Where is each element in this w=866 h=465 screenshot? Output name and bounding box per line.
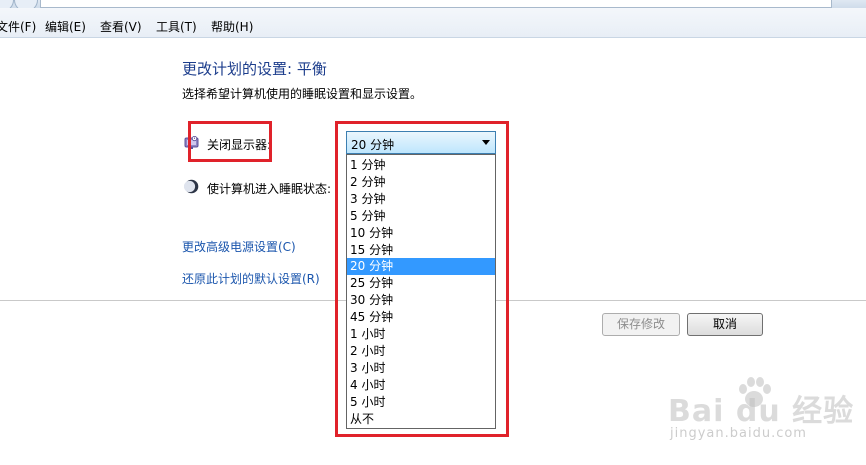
save-button[interactable]: 保存修改 xyxy=(602,313,680,336)
baidu-watermark: Bai du 经验 jingyan.baidu.com xyxy=(668,372,858,450)
menu-file[interactable]: 文件(F) xyxy=(0,18,36,35)
menu-help[interactable]: 帮助(H) xyxy=(211,18,253,35)
page-title: 更改计划的设置: 平衡 xyxy=(182,60,327,78)
menu-tools[interactable]: 工具(T) xyxy=(156,18,197,35)
cancel-button[interactable]: 取消 xyxy=(687,313,763,336)
highlight-box-label xyxy=(188,121,272,162)
page-subtitle: 选择希望计算机使用的睡眠设置和显示设置。 xyxy=(182,87,423,101)
menu-bar: 文件(F) 编辑(E) 查看(V) 工具(T) 帮助(H) xyxy=(0,8,866,38)
moon-sleep-icon xyxy=(184,179,199,194)
address-bar[interactable] xyxy=(40,0,832,8)
menu-edit[interactable]: 编辑(E) xyxy=(45,18,86,35)
sleep-label: 使计算机进入睡眠状态: xyxy=(207,182,332,196)
window-top-strip xyxy=(0,0,866,12)
advanced-power-settings-link[interactable]: 更改高级电源设置(C) xyxy=(182,238,296,255)
paw-icon xyxy=(739,377,771,407)
watermark-url: jingyan.baidu.com xyxy=(670,426,807,441)
highlight-box-dropdown xyxy=(335,121,509,437)
menu-view[interactable]: 查看(V) xyxy=(100,18,142,35)
restore-defaults-link[interactable]: 还原此计划的默认设置(R) xyxy=(182,270,320,287)
